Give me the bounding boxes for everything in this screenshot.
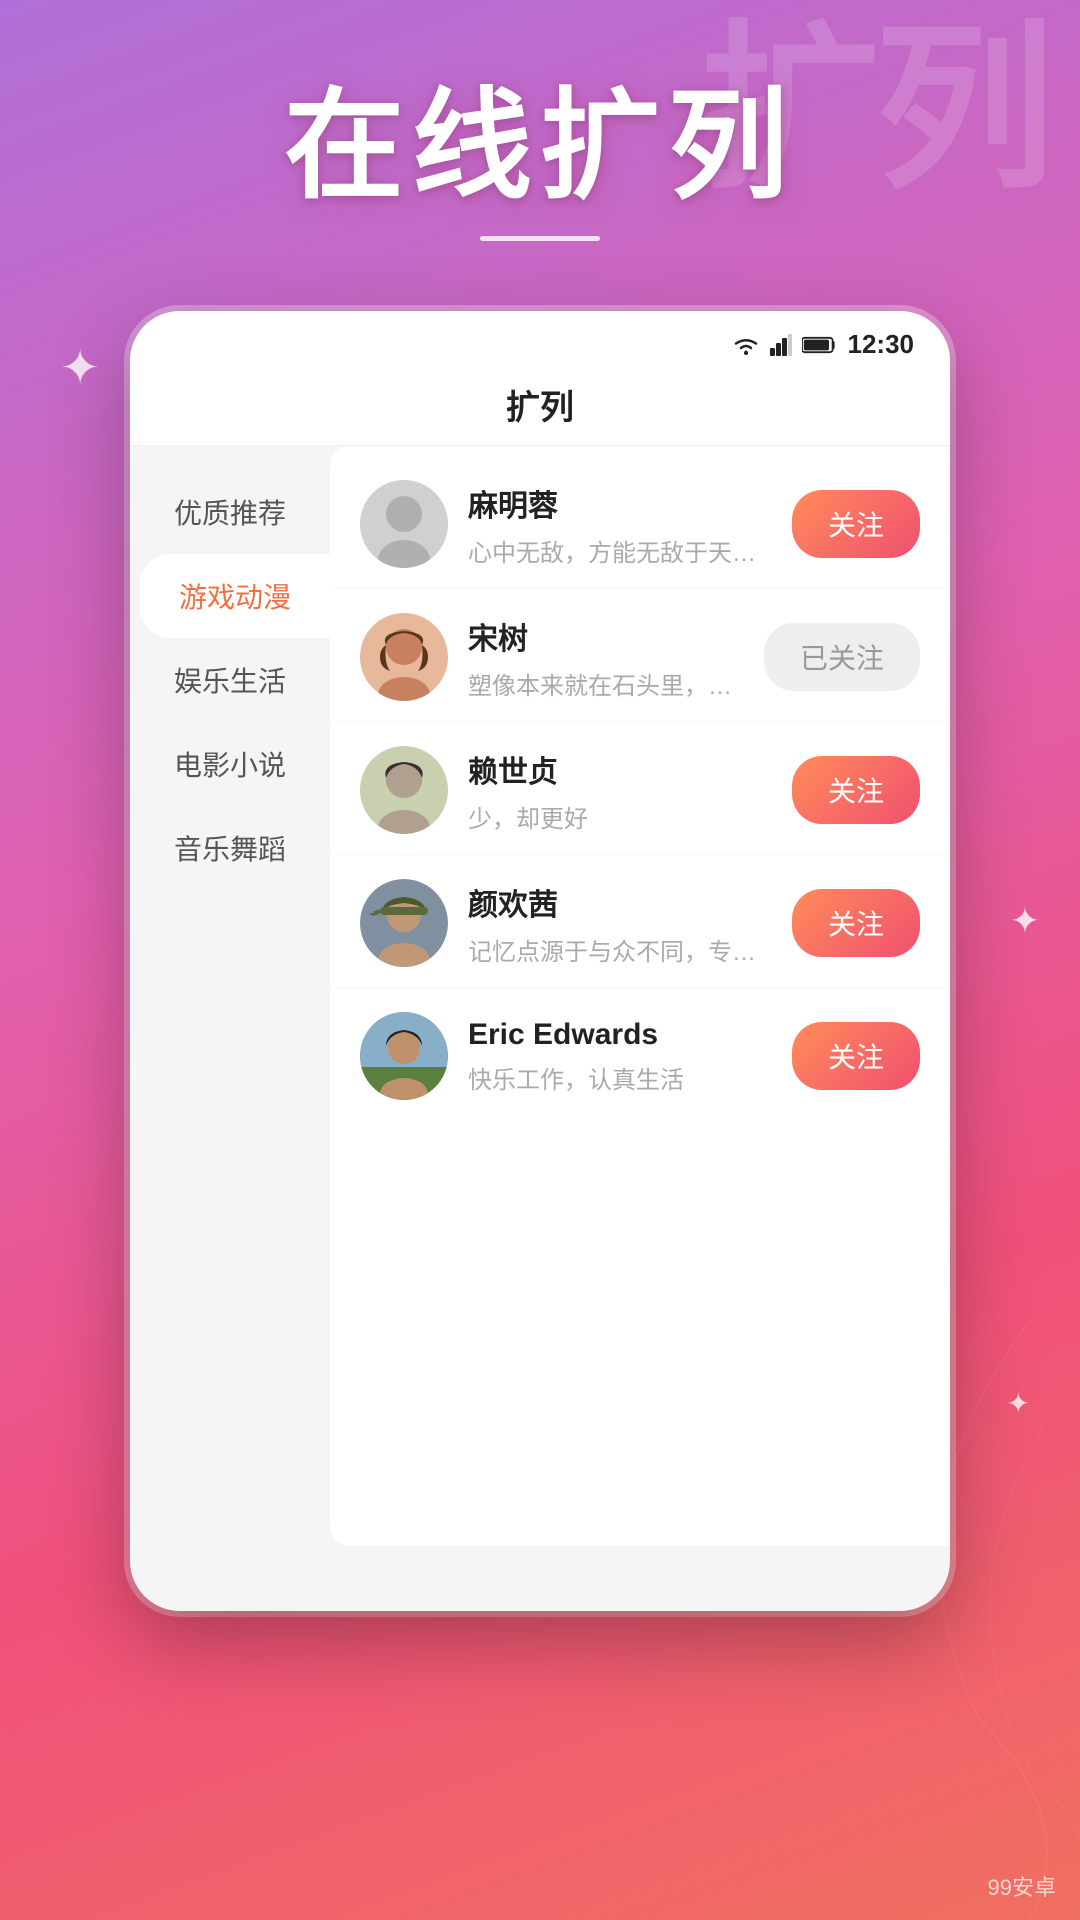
app-header: 扩列 (130, 360, 950, 446)
sidebar-item-game[interactable]: 游戏动漫 (140, 554, 330, 638)
sparkle-decoration-2: ✦ (1010, 900, 1040, 942)
user-item: 麻明蓉 心中无敌，方能无敌于天下... 关注 (330, 456, 950, 589)
user-info: 宋树 塑像本来就在石头里，我只... (468, 614, 744, 701)
follow-button[interactable]: 关注 (792, 1022, 920, 1090)
wifi-icon (732, 334, 760, 356)
sidebar-item-entertainment[interactable]: 娱乐生活 (130, 638, 330, 722)
status-time: 12:30 (848, 329, 915, 360)
user-name: 颜欢茜 (468, 880, 772, 924)
follow-button[interactable]: 关注 (792, 889, 920, 957)
user-name: 麻明蓉 (468, 481, 772, 525)
avatar[interactable] (360, 746, 448, 834)
status-icons: 12:30 (732, 329, 915, 360)
user-row: 宋树 塑像本来就在石头里，我只... 已关注 (360, 613, 920, 701)
user-info: 麻明蓉 心中无敌，方能无敌于天下... (468, 481, 772, 568)
sidebar: 优质推荐 游戏动漫 娱乐生活 电影小说 音乐舞蹈 (130, 446, 330, 1546)
hero-title: 在线扩列 (0, 80, 1080, 212)
avatar[interactable] (360, 879, 448, 967)
user-info: Eric Edwards 快乐工作，认真生活 (468, 1018, 772, 1095)
status-bar: 12:30 (130, 311, 950, 360)
user-desc: 塑像本来就在石头里，我只... (468, 666, 744, 701)
avatar[interactable] (360, 1012, 448, 1100)
user-row: 麻明蓉 心中无敌，方能无敌于天下... 关注 (360, 480, 920, 568)
user-item: 宋树 塑像本来就在石头里，我只... 已关注 (330, 589, 950, 722)
user-name: 宋树 (468, 614, 744, 658)
user-item: 赖世贞 少，却更好 关注 (330, 722, 950, 855)
follow-button[interactable]: 已关注 (764, 623, 920, 691)
user-desc: 少，却更好 (468, 799, 772, 834)
user-info: 颜欢茜 记忆点源于与众不同，专业... (468, 880, 772, 967)
user-row: 颜欢茜 记忆点源于与众不同，专业... 关注 (360, 879, 920, 967)
content-area: 优质推荐 游戏动漫 娱乐生活 电影小说 音乐舞蹈 (130, 446, 950, 1546)
phone-frame: 12:30 扩列 优质推荐 游戏动漫 娱乐生活 电影小说 (130, 311, 950, 1611)
battery-icon (802, 335, 838, 355)
avatar[interactable] (360, 480, 448, 568)
sparkle-decoration-3: ✦ (1007, 1387, 1030, 1420)
signal-icon (770, 334, 792, 356)
app-title: 扩列 (506, 389, 574, 427)
user-desc: 快乐工作，认真生活 (468, 1060, 772, 1095)
user-desc: 心中无敌，方能无敌于天下... (468, 533, 772, 568)
user-item: 颜欢茜 记忆点源于与众不同，专业... 关注 (330, 855, 950, 988)
hero-divider (480, 236, 600, 241)
user-row: 赖世贞 少，却更好 关注 (360, 746, 920, 834)
sidebar-item-movie[interactable]: 电影小说 (130, 722, 330, 806)
user-name: 赖世贞 (468, 747, 772, 791)
user-item: Eric Edwards 快乐工作，认真生活 关注 (330, 988, 950, 1120)
user-list: 麻明蓉 心中无敌，方能无敌于天下... 关注 (330, 446, 950, 1546)
sparkle-decoration-1: ✦ (60, 340, 100, 396)
avatar[interactable] (360, 613, 448, 701)
user-name: Eric Edwards (468, 1018, 772, 1052)
follow-button[interactable]: 关注 (792, 490, 920, 558)
sidebar-item-quality[interactable]: 优质推荐 (130, 470, 330, 554)
watermark: 99安卓 (988, 1870, 1056, 1902)
phone-mockup: 12:30 扩列 优质推荐 游戏动漫 娱乐生活 电影小说 (130, 311, 950, 1611)
user-row: Eric Edwards 快乐工作，认真生活 关注 (360, 1012, 920, 1100)
user-info: 赖世贞 少，却更好 (468, 747, 772, 834)
sidebar-item-music[interactable]: 音乐舞蹈 (130, 806, 330, 890)
follow-button[interactable]: 关注 (792, 756, 920, 824)
user-desc: 记忆点源于与众不同，专业... (468, 932, 772, 967)
hero-section: 在线扩列 (0, 0, 1080, 271)
